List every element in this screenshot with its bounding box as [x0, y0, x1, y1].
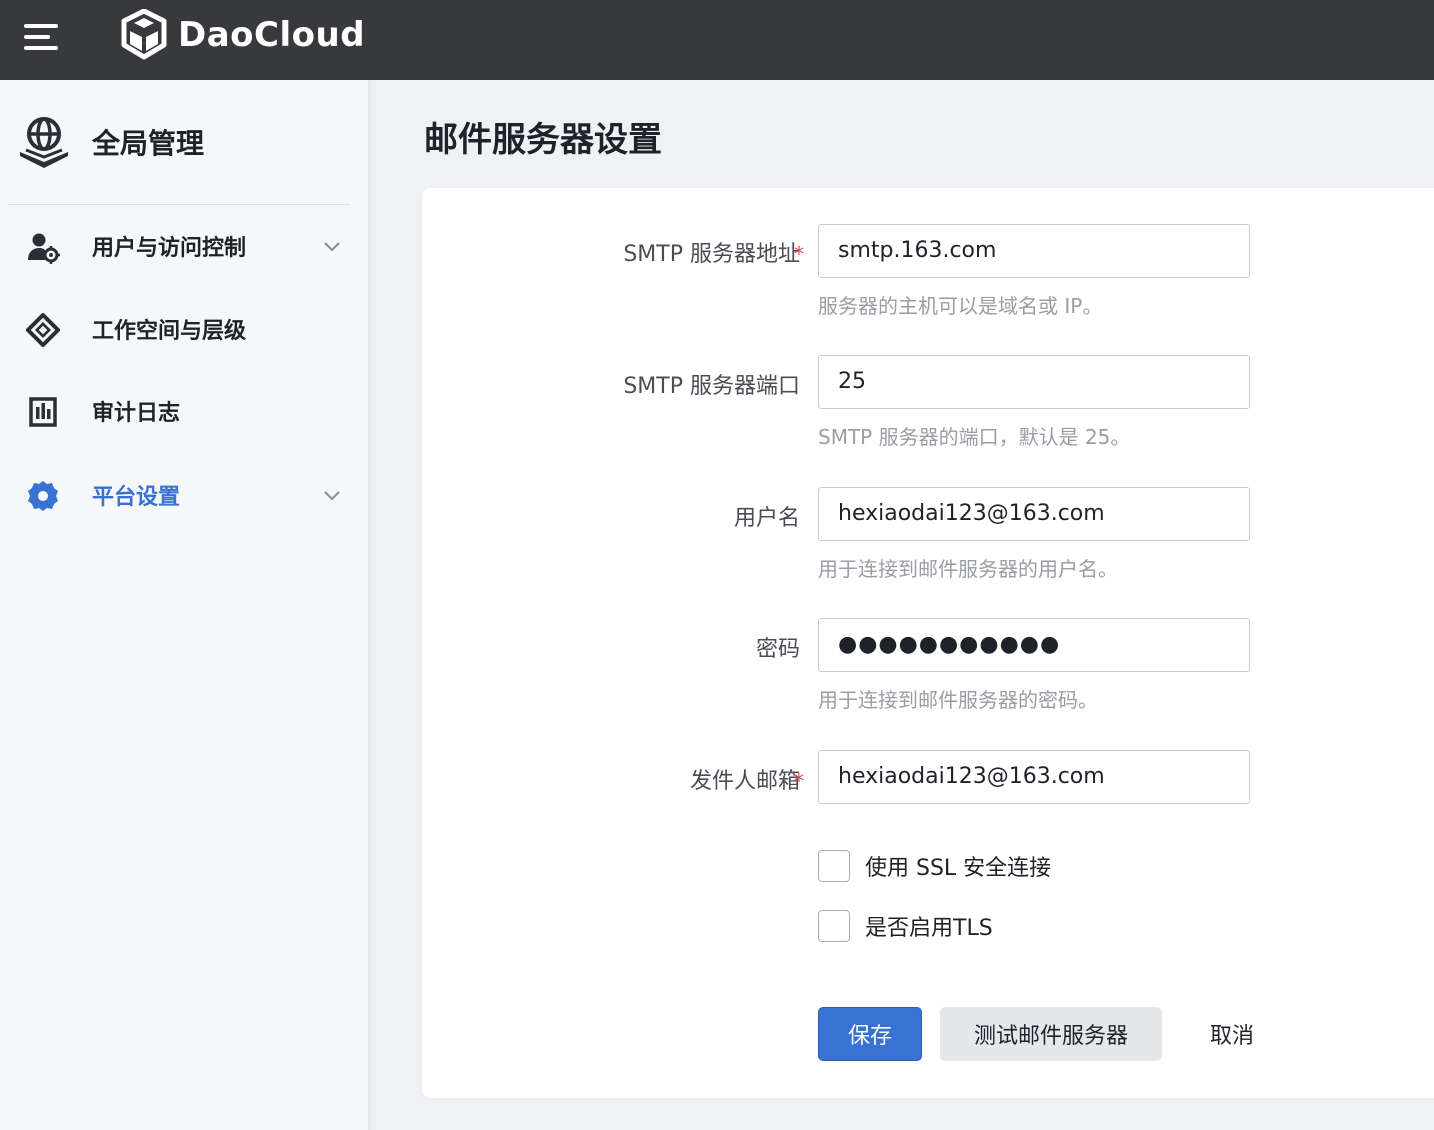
- sidebar: 全局管理 用户与访问控制 工作空间与层级 审计日志 平台设置: [0, 80, 368, 1130]
- sidebar-item-user-access[interactable]: 用户与访问控制: [0, 216, 368, 276]
- chevron-down-icon: [324, 242, 340, 252]
- username-help: 用于连接到邮件服务器的用户名。: [818, 557, 1118, 581]
- daocloud-logo-icon: [121, 9, 167, 60]
- smtp-host-help: 服务器的主机可以是域名或 IP。: [818, 294, 1103, 318]
- top-bar: DaoCloud: [0, 0, 1434, 80]
- brand-name: DaoCloud: [178, 15, 366, 55]
- sidebar-item-label: 平台设置: [92, 485, 181, 510]
- workspace-icon: [26, 313, 60, 347]
- required-mark: *: [794, 769, 804, 793]
- sidebar-item-label: 用户与访问控制: [92, 236, 247, 261]
- save-button[interactable]: 保存: [818, 1007, 922, 1061]
- use-ssl-label: 使用 SSL 安全连接: [865, 856, 1052, 881]
- sidebar-divider: [8, 204, 350, 205]
- hamburger-menu-icon[interactable]: [24, 22, 60, 52]
- sidebar-item-label: 审计日志: [92, 401, 181, 426]
- sidebar-item-workspace[interactable]: 工作空间与层级: [0, 299, 368, 359]
- use-tls-option[interactable]: 是否启用TLS: [818, 909, 993, 943]
- sidebar-item-label: 工作空间与层级: [92, 319, 247, 344]
- test-mail-server-button[interactable]: 测试邮件服务器: [940, 1007, 1162, 1061]
- sidebar-item-platform-settings[interactable]: 平台设置: [0, 465, 368, 525]
- chevron-down-icon: [324, 491, 340, 501]
- required-mark: *: [794, 242, 804, 266]
- user-gear-icon: [28, 233, 60, 264]
- smtp-port-input[interactable]: 25: [818, 355, 1250, 409]
- smtp-host-label: SMTP 服务器地址: [623, 242, 800, 267]
- sender-email-input[interactable]: hexiaodai123@163.com: [818, 750, 1250, 804]
- use-ssl-checkbox[interactable]: [818, 850, 850, 882]
- use-tls-checkbox[interactable]: [818, 910, 850, 942]
- audit-chart-icon: [29, 397, 57, 427]
- mail-server-form-card: SMTP 服务器地址 * smtp.163.com 服务器的主机可以是域名或 I…: [422, 188, 1434, 1098]
- smtp-port-help: SMTP 服务器的端口，默认是 25。: [818, 425, 1131, 449]
- page-title: 邮件服务器设置: [424, 120, 662, 160]
- username-label: 用户名: [733, 506, 800, 531]
- cancel-button[interactable]: 取消: [1192, 1007, 1272, 1061]
- smtp-port-label: SMTP 服务器端口: [623, 374, 800, 399]
- globe-icon: [20, 117, 68, 168]
- username-input[interactable]: hexiaodai123@163.com: [818, 487, 1250, 541]
- password-help: 用于连接到邮件服务器的密码。: [818, 688, 1098, 712]
- sender-email-label: 发件人邮箱: [689, 769, 800, 794]
- sidebar-section-title: 全局管理: [92, 127, 205, 160]
- use-tls-label: 是否启用TLS: [865, 916, 993, 941]
- sidebar-shadow: [368, 80, 374, 1130]
- sidebar-header: 全局管理: [0, 80, 368, 205]
- smtp-host-input[interactable]: smtp.163.com: [818, 224, 1250, 278]
- use-ssl-option[interactable]: 使用 SSL 安全连接: [818, 849, 1051, 883]
- daocloud-logo[interactable]: DaoCloud: [120, 8, 365, 62]
- password-input[interactable]: ●●●●●●●●●●●: [818, 618, 1250, 672]
- gear-icon: [28, 481, 58, 511]
- password-label: 密码: [755, 637, 800, 662]
- sidebar-item-audit-log[interactable]: 审计日志: [0, 381, 368, 441]
